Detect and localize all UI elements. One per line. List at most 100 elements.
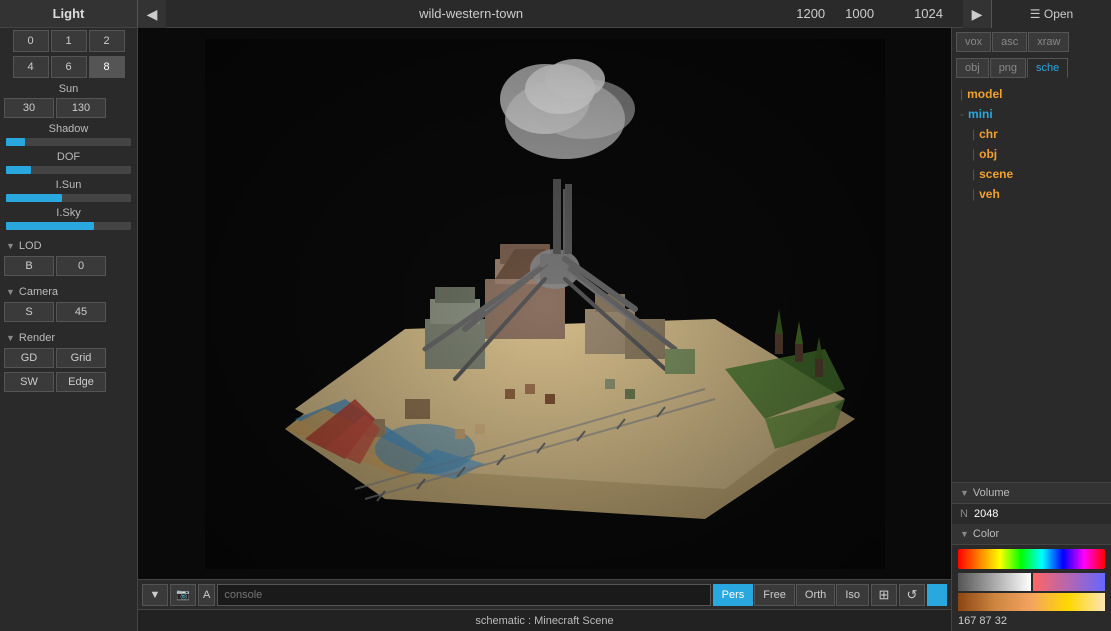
- tree-connector-chr: |: [972, 127, 975, 141]
- volume-header: ▼ Volume: [952, 483, 1111, 504]
- lod-chevron: ▼: [6, 241, 15, 251]
- tree-label-chr: chr: [979, 127, 998, 141]
- collapse-button[interactable]: ▼: [142, 584, 168, 606]
- color-values: 167 87 32: [958, 615, 1007, 627]
- tab-sche[interactable]: sche: [1027, 58, 1068, 78]
- volume-n: N: [960, 508, 968, 520]
- scene-name: wild-western-town: [166, 0, 776, 27]
- camera-label: Camera: [19, 286, 58, 298]
- tab-png[interactable]: png: [990, 58, 1026, 78]
- prev-button[interactable]: ◀: [138, 0, 166, 28]
- dof-label: DOF: [0, 148, 137, 164]
- sun-label: Sun: [0, 80, 137, 96]
- i-sun-slider-fill: [6, 194, 62, 202]
- tree-item-veh[interactable]: | veh: [956, 184, 1107, 204]
- sun-val1[interactable]: 30: [4, 98, 54, 118]
- top-left-label: Light: [0, 0, 138, 27]
- tree-label-veh: veh: [979, 187, 1000, 201]
- minecraft-scene-svg: [205, 39, 885, 569]
- tree-item-model[interactable]: | model: [956, 84, 1107, 104]
- tab-xraw[interactable]: xraw: [1028, 32, 1069, 52]
- camera-values: S 45: [0, 300, 137, 324]
- top-bar: Light ◀ wild-western-town 1200 1000 1024…: [0, 0, 1111, 28]
- tab-2[interactable]: 2: [89, 30, 125, 52]
- iso-button[interactable]: Iso: [836, 584, 869, 606]
- tab-asc[interactable]: asc: [992, 32, 1027, 52]
- render-label: Render: [19, 332, 55, 344]
- orth-button[interactable]: Orth: [796, 584, 835, 606]
- dim-h: 1000: [845, 6, 874, 21]
- tree-connector-obj: |: [972, 147, 975, 161]
- camera-val[interactable]: 45: [56, 302, 106, 322]
- free-button[interactable]: Free: [754, 584, 795, 606]
- grid-icon: ⊞: [879, 587, 890, 603]
- open-button[interactable]: ☰ Open: [991, 0, 1111, 28]
- tree-item-obj[interactable]: | obj: [956, 144, 1107, 164]
- volume-label: Volume: [973, 487, 1010, 499]
- down-arrow-icon: ▼: [150, 589, 161, 601]
- format-tabs-row1: vox asc xraw: [952, 28, 1111, 54]
- volume-chevron: ▼: [960, 488, 969, 498]
- lod-val[interactable]: 0: [56, 256, 106, 276]
- dof-slider-container: [0, 164, 137, 176]
- grid-btn[interactable]: Grid: [56, 348, 106, 368]
- shadow-slider-container: [0, 136, 137, 148]
- next-button[interactable]: ▶: [963, 0, 991, 28]
- camera-chevron: ▼: [6, 287, 15, 297]
- render-edge-values: SW Edge: [0, 370, 137, 394]
- tab-8[interactable]: 8: [89, 56, 125, 78]
- status-text: schematic : Minecraft Scene: [475, 615, 613, 627]
- lod-b[interactable]: B: [4, 256, 54, 276]
- color-label: Color: [973, 528, 999, 540]
- left-sidebar: 0 1 2 4 6 8 Sun 30 130 Shadow DOF: [0, 28, 138, 631]
- i-sky-slider-container: [0, 220, 137, 232]
- color-rainbow-bar[interactable]: [958, 549, 1105, 569]
- tab-0[interactable]: 0: [13, 30, 49, 52]
- edge-btn[interactable]: Edge: [56, 372, 106, 392]
- pers-button[interactable]: Pers: [713, 584, 754, 606]
- tree-label-model: model: [967, 87, 1002, 101]
- tab-row-2: 4 6 8: [0, 54, 137, 80]
- camera-button[interactable]: 📷: [170, 584, 196, 606]
- tab-6[interactable]: 6: [51, 56, 87, 78]
- bottom-toolbar: ▼ 📷 A Pers Free Orth Iso ⊞ ↺: [138, 579, 951, 609]
- dof-slider[interactable]: [6, 166, 131, 174]
- tab-1[interactable]: 1: [51, 30, 87, 52]
- refresh-icon: ↺: [907, 587, 918, 603]
- center-area: ▼ 📷 A Pers Free Orth Iso ⊞ ↺ schemat: [138, 28, 951, 631]
- gd-btn[interactable]: GD: [4, 348, 54, 368]
- tree-label-mini: mini: [968, 107, 993, 121]
- tab-obj[interactable]: obj: [956, 58, 989, 78]
- tab-4[interactable]: 4: [13, 56, 49, 78]
- color-sub-white[interactable]: [958, 573, 1031, 591]
- grid-view-button[interactable]: ⊞: [871, 584, 897, 606]
- color-indicator: [927, 584, 947, 606]
- tree-item-chr[interactable]: | chr: [956, 124, 1107, 144]
- a-button[interactable]: A: [198, 584, 215, 606]
- shadow-slider[interactable]: [6, 138, 131, 146]
- i-sky-slider[interactable]: [6, 222, 131, 230]
- file-tree: | model - mini | chr | obj | scene: [952, 80, 1111, 482]
- scene-image: [138, 28, 951, 579]
- console-input[interactable]: [217, 584, 710, 606]
- color-warm-bar[interactable]: [958, 593, 1105, 611]
- lod-collapsible[interactable]: ▼ LOD: [0, 238, 137, 254]
- volume-value: 2048: [974, 508, 998, 520]
- tree-item-mini[interactable]: - mini: [956, 104, 1107, 124]
- refresh-button[interactable]: ↺: [899, 584, 925, 606]
- color-sub-hue[interactable]: [1033, 573, 1106, 591]
- sun-val2[interactable]: 130: [56, 98, 106, 118]
- camera-collapsible[interactable]: ▼ Camera: [0, 284, 137, 300]
- tree-connector: |: [960, 87, 963, 101]
- i-sun-slider[interactable]: [6, 194, 131, 202]
- camera-s[interactable]: S: [4, 302, 54, 322]
- tab-vox[interactable]: vox: [956, 32, 991, 52]
- tree-connector-mini: -: [960, 107, 964, 121]
- dim-z-area: 1024: [894, 0, 963, 27]
- i-sun-slider-container: [0, 192, 137, 204]
- render-collapsible[interactable]: ▼ Render: [0, 330, 137, 346]
- sw-btn[interactable]: SW: [4, 372, 54, 392]
- right-panel: vox asc xraw obj png sche | model - mini…: [951, 28, 1111, 631]
- dof-slider-fill: [6, 166, 31, 174]
- tree-item-scene[interactable]: | scene: [956, 164, 1107, 184]
